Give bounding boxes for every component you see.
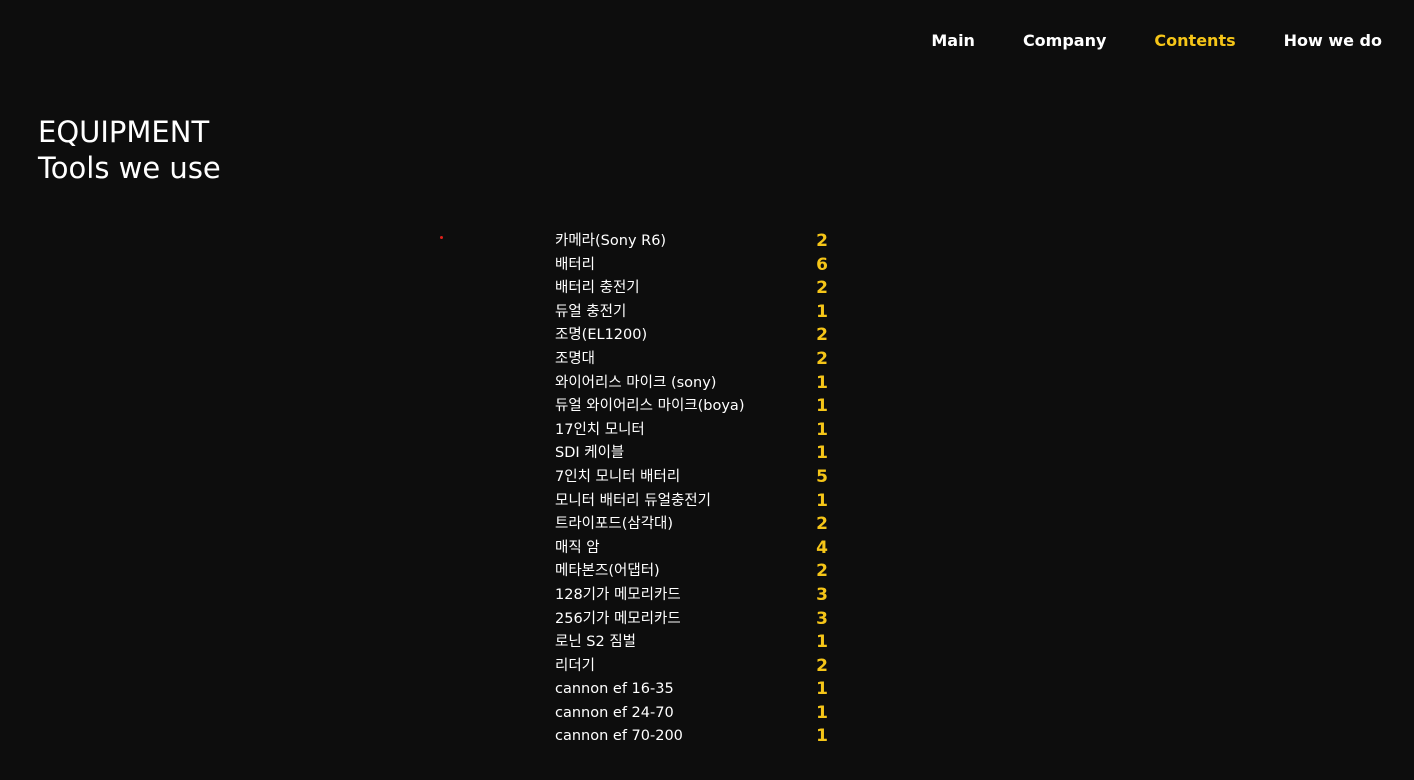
section-heading: EQUIPMENT Tools we use: [38, 114, 221, 186]
equipment-name: 256기가 메모리카드: [555, 610, 681, 627]
equipment-quantity: 3: [816, 584, 828, 605]
equipment-quantity: 2: [816, 514, 828, 535]
equipment-quantity: 1: [816, 702, 828, 723]
equipment-row: 와이어리스 마이크 (sony) 1: [555, 372, 835, 396]
nav-company[interactable]: Company: [1023, 30, 1106, 52]
equipment-row: cannon ef 70-200 1: [555, 725, 835, 749]
equipment-quantity: 1: [816, 726, 828, 747]
equipment-name: 카메라(Sony R6): [555, 233, 667, 249]
equipment-quantity: 2: [816, 325, 828, 346]
equipment-quantity: 4: [816, 537, 828, 558]
equipment-row: 듀얼 충전기 1: [555, 301, 835, 325]
equipment-list: 카메라(Sony R6) 2 배터리 6 배터리 충전기 2 듀얼 충전기 1 조명(EL120…: [555, 230, 835, 749]
equipment-name: 듀얼 와이어리스 마이크(boya): [555, 398, 745, 415]
section-title: Tools we use: [38, 151, 221, 185]
equipment-name: 로닌 S2 짐벌: [555, 634, 637, 651]
equipment-quantity: 1: [816, 396, 828, 417]
equipment-quantity: 5: [816, 466, 828, 487]
equipment-row: 카메라(Sony R6) 2: [555, 230, 835, 254]
equipment-row: 256기가 메모리카드 3: [555, 608, 835, 632]
equipment-quantity: 1: [816, 679, 828, 700]
top-nav: Main Company Contents How we do: [931, 30, 1382, 52]
equipment-row: 7인치 모니터 배터리 5: [555, 466, 835, 490]
equipment-row: 17인치 모니터 1: [555, 419, 835, 443]
equipment-name: 와이어리스 마이크 (sony): [555, 374, 717, 391]
equipment-quantity: 3: [816, 608, 828, 629]
equipment-row: 조명대 2: [555, 348, 835, 372]
equipment-name: 128기가 메모리카드: [555, 586, 681, 603]
equipment-name: 배터리 충전기: [555, 280, 640, 297]
equipment-quantity: 1: [816, 301, 828, 322]
equipment-quantity: 1: [816, 372, 828, 393]
equipment-name: cannon ef 70-200: [555, 728, 683, 745]
equipment-row: 128기가 메모리카드 3: [555, 584, 835, 608]
equipment-quantity: 2: [816, 231, 828, 251]
nav-how-we-do[interactable]: How we do: [1284, 30, 1382, 52]
equipment-row: 배터리 충전기 2: [555, 277, 835, 301]
equipment-name: 듀얼 충전기: [555, 303, 627, 320]
equipment-quantity: 2: [816, 348, 828, 369]
red-dot-marker: [440, 236, 443, 239]
equipment-name: cannon ef 24-70: [555, 704, 674, 721]
equipment-quantity: 2: [816, 561, 828, 582]
equipment-name: 모니터 배터리 듀얼충전기: [555, 492, 711, 509]
equipment-name: 리더기: [555, 657, 596, 674]
equipment-quantity: 6: [816, 254, 828, 275]
equipment-name: 배터리: [555, 256, 596, 273]
nav-contents[interactable]: Contents: [1154, 30, 1235, 52]
equipment-row: 배터리 6: [555, 254, 835, 278]
equipment-row: SDI 케이블 1: [555, 442, 835, 466]
equipment-row: 매직 암 4: [555, 537, 835, 561]
equipment-name: 7인치 모니터 배터리: [555, 468, 681, 485]
equipment-row: 리더기 2: [555, 655, 835, 679]
equipment-row: 조명(EL1200) 2: [555, 324, 835, 348]
equipment-row: 듀얼 와이어리스 마이크(boya) 1: [555, 395, 835, 419]
equipment-name: 조명(EL1200): [555, 327, 648, 344]
equipment-name: 매직 암: [555, 539, 600, 556]
equipment-name: 17인치 모니터: [555, 421, 645, 438]
equipment-row: 메타본즈(어댑터) 2: [555, 560, 835, 584]
equipment-quantity: 1: [816, 443, 828, 464]
equipment-row: 모니터 배터리 듀얼충전기 1: [555, 490, 835, 514]
equipment-row: cannon ef 24-70 1: [555, 702, 835, 726]
equipment-quantity: 2: [816, 278, 828, 299]
equipment-quantity: 1: [816, 419, 828, 440]
equipment-name: 메타본즈(어댑터): [555, 563, 660, 580]
equipment-quantity: 1: [816, 632, 828, 653]
equipment-name: 트라이포드(삼각대): [555, 516, 674, 533]
equipment-quantity: 2: [816, 655, 828, 676]
equipment-row: cannon ef 16-35 1: [555, 678, 835, 702]
equipment-name: cannon ef 16-35: [555, 681, 674, 698]
section-eyebrow: EQUIPMENT: [38, 115, 210, 149]
equipment-row: 로닌 S2 짐벌 1: [555, 631, 835, 655]
equipment-name: 조명대: [555, 350, 596, 367]
equipment-row: 트라이포드(삼각대) 2: [555, 513, 835, 537]
equipment-quantity: 1: [816, 490, 828, 511]
equipment-name: SDI 케이블: [555, 445, 625, 462]
nav-main[interactable]: Main: [931, 30, 975, 52]
